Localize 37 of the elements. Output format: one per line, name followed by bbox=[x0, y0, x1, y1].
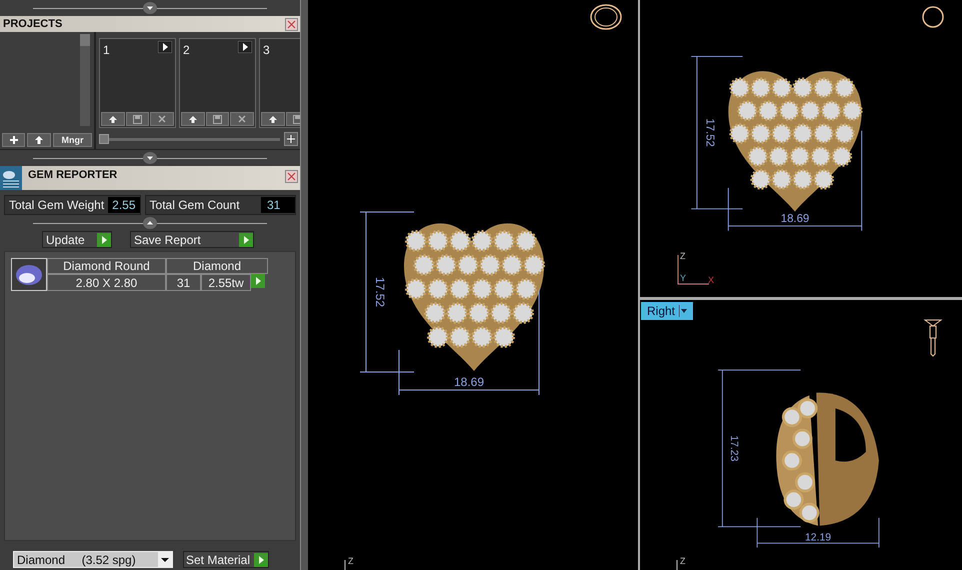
project-slot[interactable]: 3 bbox=[259, 38, 300, 128]
total-count-value: 31 bbox=[261, 197, 295, 213]
dimension-label: 18.69 bbox=[454, 375, 484, 389]
table-cell: Diamond bbox=[166, 258, 268, 274]
material-dropdown[interactable]: Diamond (3.52 spg) bbox=[13, 551, 173, 568]
axis-label: Z bbox=[680, 557, 686, 566]
axis-label: Z bbox=[348, 557, 354, 566]
project-slot[interactable]: 2 bbox=[179, 38, 256, 128]
slot-number: 2 bbox=[183, 42, 190, 59]
dimension-label: 17.52 bbox=[703, 118, 716, 147]
gem-row[interactable]: Diamond Round Diamond 2.80 X 2.80 31 2.55tw bbox=[11, 258, 295, 291]
dimension-label: 17.52 bbox=[373, 276, 387, 308]
axis-label: X bbox=[708, 276, 714, 285]
axis-label: Y bbox=[680, 274, 686, 283]
manager-button[interactable]: Mngr bbox=[52, 133, 92, 147]
view-label: Right bbox=[647, 303, 676, 320]
set-material-button[interactable]: Set Material bbox=[183, 551, 270, 568]
dropdown-value: Diamond (3.52 spg) bbox=[17, 552, 136, 568]
table-cell: 2.55tw bbox=[201, 274, 251, 291]
field-label: Total Gem Weight bbox=[8, 197, 106, 214]
action-button[interactable]: Update bbox=[42, 231, 112, 248]
view-dropdown[interactable]: Right bbox=[641, 302, 694, 320]
table-cell: Diamond Round bbox=[47, 258, 166, 274]
table-cell: 2.80 X 2.80 bbox=[47, 274, 166, 291]
project-slot[interactable]: 1 bbox=[99, 38, 176, 128]
dimension-label: 12.19 bbox=[805, 532, 832, 544]
axis-label: Z bbox=[680, 252, 686, 261]
total-weight-value: 2.55 bbox=[108, 197, 140, 213]
field-label: Total Gem Count bbox=[148, 197, 241, 214]
dimension-label: 18.69 bbox=[780, 213, 810, 226]
slot-number: 3 bbox=[263, 42, 270, 59]
action-button[interactable]: Save Report bbox=[130, 231, 254, 248]
panel-title: GEM REPORTER bbox=[28, 168, 118, 183]
panel-title: PROJECTS bbox=[3, 16, 62, 32]
table-cell: 31 bbox=[166, 274, 201, 291]
dimension-label: 17.23 bbox=[728, 435, 740, 462]
slot-number: 1 bbox=[103, 42, 110, 59]
